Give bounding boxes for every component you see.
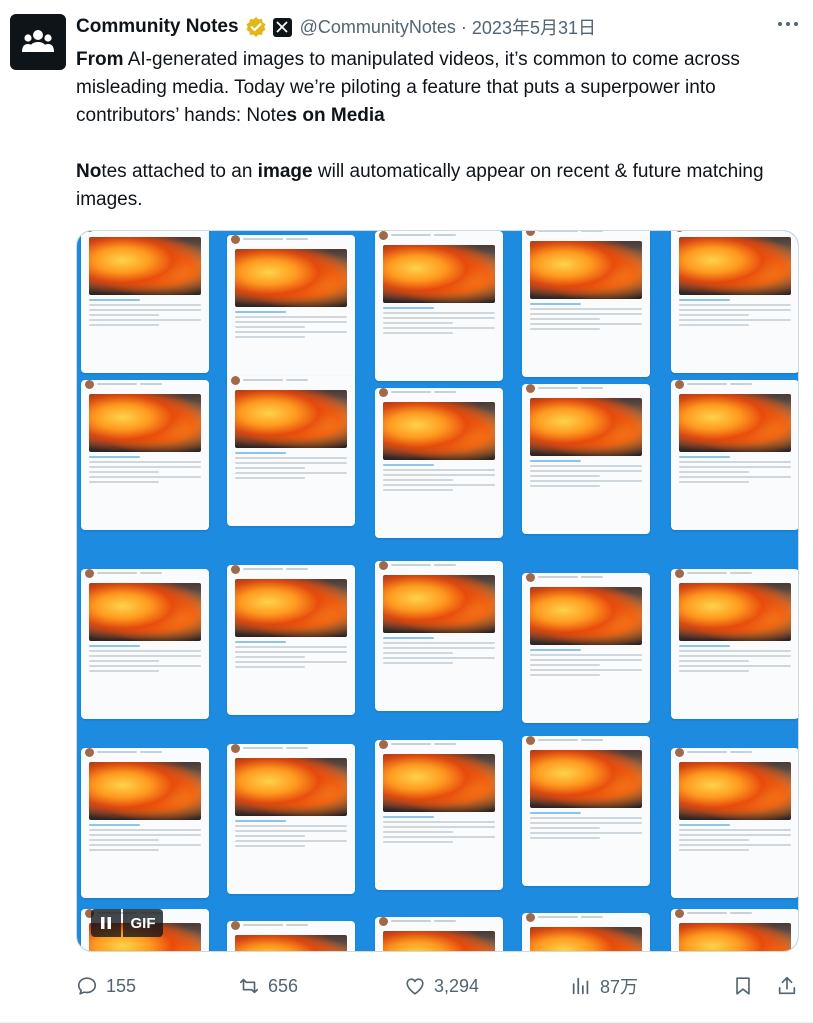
- media-note-card: [81, 380, 209, 530]
- media-note-card: [671, 231, 798, 373]
- like-button[interactable]: 3,294: [404, 972, 479, 1000]
- heart-icon: [406, 978, 424, 995]
- bookmark-button[interactable]: [732, 972, 754, 1000]
- media-note-card: [81, 748, 209, 898]
- media-note-card: [522, 736, 650, 886]
- tweet-actions: 155 656 3,294 87万: [76, 972, 801, 1000]
- media-note-card: [227, 744, 355, 894]
- gif-label: GIF: [123, 909, 163, 937]
- people-group-icon: [22, 30, 54, 52]
- tweet-header: Community Notes @CommunityNotes · 2023年5…: [76, 14, 803, 40]
- media-note-card: [375, 740, 503, 890]
- tweet-paragraph-2: Notes attached to an image will automati…: [76, 161, 764, 210]
- media-note-card: [522, 384, 650, 534]
- tweet-paragraph-1: From AI-generated images to manipulated …: [76, 49, 740, 126]
- tweet-text: From AI-generated images to manipulated …: [76, 46, 796, 214]
- media-note-card: [522, 573, 650, 723]
- media-note-card: [81, 569, 209, 719]
- media-note-card: [375, 388, 503, 538]
- retweet-count: 656: [268, 975, 299, 996]
- media-note-card: [227, 235, 355, 385]
- pause-icon[interactable]: [91, 909, 121, 937]
- share-icon: [778, 976, 796, 995]
- media-note-card: [671, 748, 798, 898]
- media-card-grid: [77, 231, 798, 951]
- media-note-card: [227, 376, 355, 526]
- x-affiliate-icon: [272, 17, 292, 37]
- gif-controls: GIF: [91, 909, 163, 937]
- retweet-button[interactable]: 656: [238, 972, 298, 1000]
- view-count: 87万: [600, 977, 639, 997]
- author-name[interactable]: Community Notes: [76, 16, 239, 38]
- views-button[interactable]: 87万: [570, 972, 638, 1000]
- media-note-card: [671, 380, 798, 530]
- retweet-icon: [239, 978, 259, 994]
- verified-badge-icon: [245, 16, 267, 38]
- media-note-card: [522, 231, 650, 377]
- reply-count: 155: [106, 975, 137, 996]
- share-button[interactable]: [776, 972, 798, 1000]
- author-handle[interactable]: @CommunityNotes: [300, 17, 456, 38]
- tweet: Community Notes @CommunityNotes · 2023年5…: [0, 0, 813, 1023]
- separator-dot: ·: [460, 16, 467, 37]
- tweet-media-gif[interactable]: GIF: [76, 230, 799, 952]
- bookmark-icon: [736, 977, 750, 995]
- media-note-card: [375, 231, 503, 381]
- tweet-date[interactable]: 2023年5月31日: [472, 14, 596, 40]
- media-note-card: [522, 913, 650, 951]
- reply-icon: [77, 977, 97, 995]
- reply-button[interactable]: 155: [76, 972, 136, 1000]
- media-note-card: [375, 561, 503, 711]
- media-note-card: [227, 565, 355, 715]
- media-note-card: [375, 917, 503, 951]
- like-count: 3,294: [434, 975, 480, 996]
- media-note-card: [227, 921, 355, 951]
- media-note-card: [81, 231, 209, 373]
- bar-chart-icon: [572, 977, 589, 995]
- media-note-card: [671, 909, 798, 951]
- community-notes-avatar[interactable]: [10, 14, 66, 70]
- media-note-card: [671, 569, 798, 719]
- more-options-icon[interactable]: [775, 12, 801, 36]
